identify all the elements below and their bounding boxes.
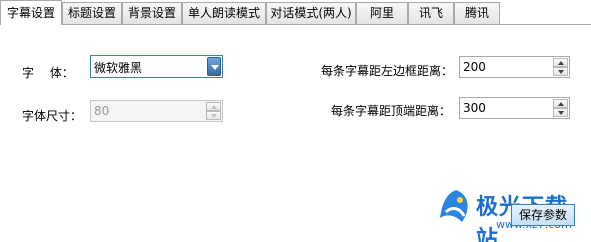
left-margin-value: 200: [463, 60, 486, 74]
tab-bar: 字幕设置 标题设置 背景设置 单人朗读模式 对话模式(两人) 阿里 讯飞 腾讯: [0, 0, 591, 25]
left-margin-label: 每条字幕距左边框距离：: [321, 64, 454, 78]
top-margin-increment-button[interactable]: [553, 99, 568, 108]
top-margin-decrement-button[interactable]: [553, 108, 568, 117]
tab-background-settings[interactable]: 背景设置: [122, 2, 182, 24]
top-margin-label: 每条字幕距顶端距离：: [331, 104, 452, 118]
font-size-label: 字体尺寸：: [22, 109, 83, 123]
font-select-value: 微软雅黑: [94, 61, 143, 75]
settings-window: 字幕设置 标题设置 背景设置 单人朗读模式 对话模式(两人) 阿里 讯飞 腾讯 …: [0, 0, 591, 242]
dropdown-button[interactable]: [207, 57, 221, 76]
tab-single-reader-mode[interactable]: 单人朗读模式: [182, 2, 266, 24]
arrow-up-icon: [558, 61, 564, 65]
tab-tencent[interactable]: 腾讯: [454, 2, 500, 24]
font-size-stepper[interactable]: 80: [90, 100, 223, 122]
font-size-decrement-button[interactable]: [206, 111, 221, 120]
left-margin-stepper[interactable]: 200: [459, 56, 570, 78]
tab-subtitle-settings[interactable]: 字幕设置: [0, 0, 62, 25]
font-size-increment-button[interactable]: [206, 102, 221, 111]
arrow-up-icon: [558, 102, 564, 106]
save-parameters-button[interactable]: 保存参数: [511, 204, 575, 226]
font-size-value: 80: [94, 104, 110, 118]
top-margin-stepper[interactable]: 300: [459, 97, 570, 119]
tab-ali[interactable]: 阿里: [356, 2, 408, 24]
arrow-down-icon: [558, 111, 564, 115]
top-margin-spin-buttons: [553, 99, 568, 117]
font-select[interactable]: 微软雅黑: [90, 55, 223, 78]
font-size-spin-buttons: [206, 102, 221, 120]
left-margin-increment-button[interactable]: [553, 58, 568, 67]
arrow-down-icon: [558, 70, 564, 74]
watermark-logo-icon: [440, 190, 468, 222]
chevron-down-icon: [211, 65, 219, 70]
left-margin-spin-buttons: [553, 58, 568, 76]
arrow-up-icon: [211, 105, 217, 109]
top-margin-value: 300: [463, 101, 486, 115]
tab-dialogue-mode[interactable]: 对话模式(两人): [266, 2, 356, 24]
tab-title-settings[interactable]: 标题设置: [62, 2, 122, 24]
font-label: 字 体：: [22, 66, 74, 80]
tab-xunfei[interactable]: 讯飞: [408, 2, 454, 24]
arrow-down-icon: [211, 114, 217, 118]
left-margin-decrement-button[interactable]: [553, 67, 568, 76]
